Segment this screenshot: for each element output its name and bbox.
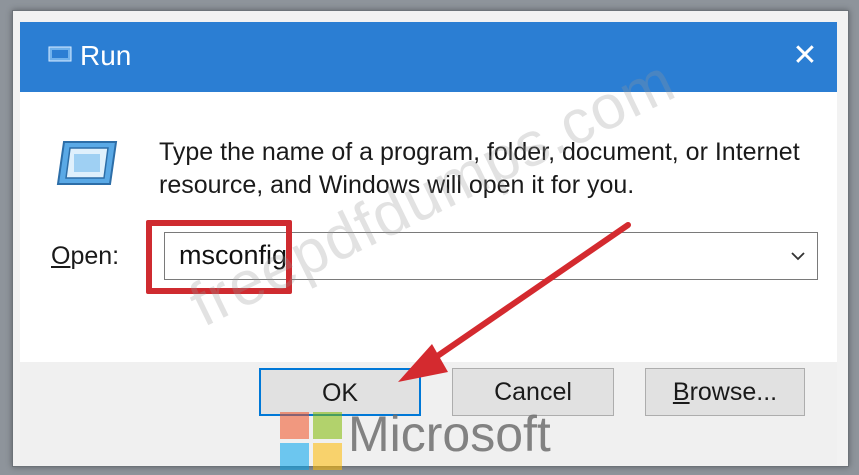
dropdown-chevron-icon[interactable] <box>789 247 807 265</box>
browse-button[interactable]: Browse... <box>645 368 805 416</box>
open-label-text: pen: <box>70 242 120 270</box>
open-label-mnemonic: O <box>51 242 71 270</box>
microsoft-logo-text: Microsoft <box>348 406 551 462</box>
window-title: Run <box>80 40 132 71</box>
browse-label: rowse... <box>689 378 778 406</box>
microsoft-logo <box>280 412 342 470</box>
close-icon: ✕ <box>792 39 818 72</box>
close-button[interactable]: ✕ <box>783 36 827 76</box>
browse-mnemonic: B <box>672 378 690 406</box>
run-program-icon <box>56 141 118 185</box>
open-label: Open: <box>51 242 119 271</box>
title-bar: Run ✕ <box>20 22 837 92</box>
run-icon <box>48 46 72 62</box>
